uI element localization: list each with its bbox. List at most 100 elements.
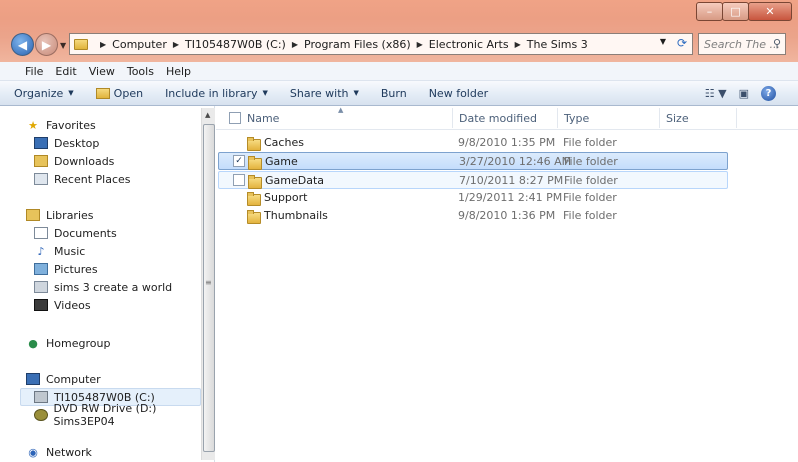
preview-pane-icon[interactable]: ▣ [739,87,749,100]
breadcrumb-program-files[interactable]: Program Files (x86) [304,38,411,51]
nav-music-label: Music [54,244,86,258]
chevron-down-icon: ▼ [68,89,74,97]
recent-pages-dropdown[interactable]: ▼ [60,41,66,50]
nav-desktop[interactable]: Desktop [34,134,99,152]
column-type[interactable]: Type [564,112,589,125]
table-row[interactable]: ✓ Game 3/27/2010 12:46 AM File folder [218,152,728,170]
table-row[interactable]: Support 1/29/2011 2:41 PM File folder [216,189,728,207]
file-name: GameData [265,174,325,187]
nav-drive-d[interactable]: DVD RW Drive (D:) Sims3EP04 [34,402,214,428]
chevron-down-icon: ▼ [353,89,359,97]
nav-libraries-label: Libraries [46,208,94,222]
menu-tools[interactable]: Tools [127,65,154,78]
table-row[interactable]: Caches 9/8/2010 1:35 PM File folder [216,134,728,152]
column-size[interactable]: Size [666,112,689,125]
star-icon: ★ [28,118,38,132]
breadcrumb-computer[interactable]: Computer [112,38,167,51]
change-view-icon[interactable]: ☷ ▼ [705,87,727,100]
libraries-icon [26,209,40,221]
menu-view[interactable]: View [89,65,115,78]
file-type: File folder [563,191,617,204]
forward-button[interactable]: ▶ [35,33,58,56]
downloads-icon [34,155,48,167]
address-history-dropdown[interactable]: ▼ [660,37,666,46]
nav-music[interactable]: ♪ Music [34,242,85,260]
breadcrumb-electronic-arts[interactable]: Electronic Arts [429,38,509,51]
burn-button[interactable]: Burn [381,87,407,100]
window-controls: – □ ✕ [696,2,792,21]
view-controls: ☷ ▼ ▣ ? [693,86,776,101]
breadcrumb-drive-c[interactable]: TI105487W0B (C:) [185,38,286,51]
chevron-down-icon: ▼ [262,89,268,97]
maximize-button[interactable]: □ [722,2,749,21]
table-row[interactable]: GameData 7/10/2011 8:27 PM File folder [218,171,728,189]
file-date: 9/8/2010 1:36 PM [458,209,556,222]
nav-documents[interactable]: Documents [34,224,117,242]
title-bar: – □ ✕ ◀ ▶ ▼ ▶ Computer ▶ TI105487W0B (C:… [0,0,798,62]
music-icon: ♪ [37,244,45,258]
nav-libraries[interactable]: Libraries [26,206,94,224]
nav-downloads[interactable]: Downloads [34,152,114,170]
menu-file[interactable]: File [25,65,43,78]
organize-button[interactable]: Organize ▼ [14,87,74,100]
back-button[interactable]: ◀ [11,33,34,56]
nav-recent-places[interactable]: Recent Places [34,170,131,188]
table-row[interactable]: Thumbnails 9/8/2010 1:36 PM File folder [216,207,728,225]
column-divider[interactable] [659,108,660,128]
minimize-button[interactable]: – [696,2,723,21]
refresh-icon[interactable]: ⟳ [677,36,687,50]
breadcrumb-the-sims-3[interactable]: The Sims 3 [527,38,588,51]
nav-sims-create-world[interactable]: sims 3 create a world [34,278,172,296]
column-divider[interactable] [736,108,737,128]
include-in-library-button[interactable]: Include in library ▼ [165,87,268,100]
nav-computer[interactable]: Computer [26,370,101,388]
chevron-right-icon[interactable]: ▶ [417,40,423,49]
recent-places-icon [34,173,48,185]
scroll-up-icon[interactable]: ▲ [205,111,210,119]
file-date: 1/29/2011 2:41 PM [458,191,563,204]
navigation-pane: ★ Favorites Desktop Downloads Recent Plac… [0,106,215,462]
close-button[interactable]: ✕ [748,2,792,21]
nav-homegroup[interactable]: ● Homegroup [26,334,110,352]
nav-network[interactable]: ◉ Network [26,443,92,461]
nav-favorites[interactable]: ★ Favorites [26,116,96,134]
column-date-modified[interactable]: Date modified [459,112,537,125]
nav-scrollbar[interactable]: ▲ ≡ [201,108,215,460]
nav-drive-d-label: DVD RW Drive (D:) Sims3EP04 [53,402,157,428]
chevron-right-icon[interactable]: ▶ [515,40,521,49]
network-icon: ◉ [28,445,38,459]
search-input[interactable]: Search The ... ⚲ [698,33,786,55]
search-icon[interactable]: ⚲ [773,37,781,50]
nav-pictures[interactable]: Pictures [34,260,98,278]
share-with-button[interactable]: Share with ▼ [290,87,359,100]
file-list: ▲ Name Date modified Type Size Caches 9/… [216,106,798,462]
nav-documents-label: Documents [54,226,117,240]
new-folder-button[interactable]: New folder [429,87,488,100]
nav-favorites-label: Favorites [46,118,96,132]
nav-videos[interactable]: Videos [34,296,91,314]
folder-icon [247,210,261,224]
help-icon[interactable]: ? [761,86,776,101]
select-all-checkbox[interactable] [229,112,241,124]
open-button[interactable]: Open [95,87,143,100]
file-type: File folder [564,155,618,168]
folder-icon [74,38,88,50]
column-header: ▲ Name Date modified Type Size [216,106,798,130]
row-checkbox[interactable]: ✓ [233,155,245,167]
menu-edit[interactable]: Edit [55,65,76,78]
back-arrow-icon: ◀ [17,37,28,52]
chevron-right-icon[interactable]: ▶ [100,40,106,49]
column-name[interactable]: Name [247,112,279,125]
menu-help[interactable]: Help [166,65,191,78]
library-folder-icon [34,281,48,293]
chevron-right-icon[interactable]: ▶ [292,40,298,49]
chevron-right-icon[interactable]: ▶ [173,40,179,49]
pictures-icon [34,263,48,275]
nav-videos-label: Videos [54,298,91,312]
address-bar[interactable]: ▶ Computer ▶ TI105487W0B (C:) ▶ Program … [69,33,693,55]
row-checkbox[interactable] [233,174,245,186]
scroll-thumb[interactable] [203,124,215,452]
column-divider[interactable] [557,108,558,128]
desktop-icon [34,137,48,149]
column-divider[interactable] [452,108,453,128]
